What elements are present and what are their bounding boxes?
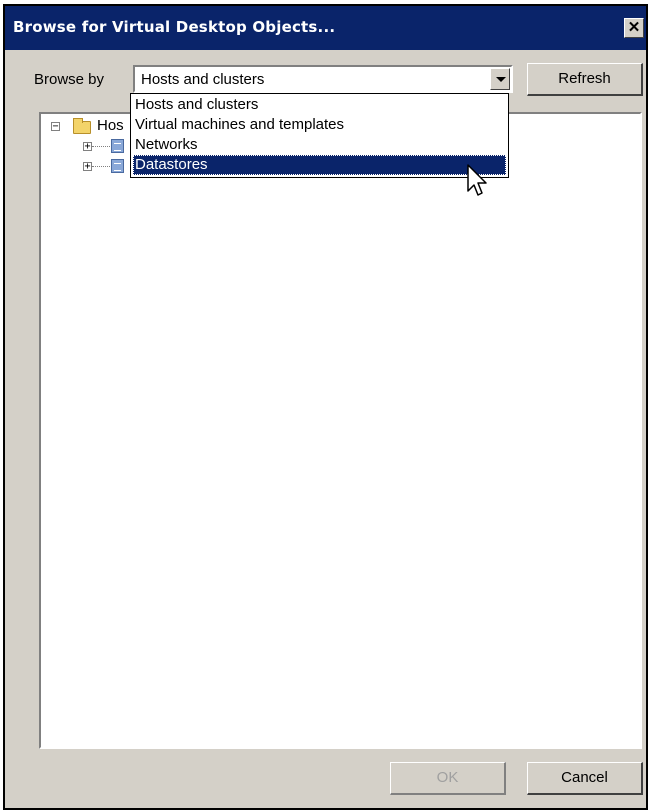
datacenter-icon xyxy=(111,139,124,153)
browse-by-combobox[interactable]: Hosts and clusters xyxy=(133,65,513,93)
tree-node-child[interactable]: + xyxy=(41,136,141,156)
browse-by-label: Browse by xyxy=(34,71,105,88)
close-icon: ✕ xyxy=(627,19,641,36)
ok-button[interactable]: OK xyxy=(390,762,506,795)
dropdown-option-hosts-and-clusters[interactable]: Hosts and clusters xyxy=(133,95,506,115)
dialog-title: Browse for Virtual Desktop Objects... xyxy=(13,18,336,36)
title-bar[interactable]: Browse for Virtual Desktop Objects... ✕ xyxy=(5,6,646,50)
expand-icon[interactable]: + xyxy=(83,162,92,172)
combobox-value: Hosts and clusters xyxy=(141,71,265,88)
mouse-cursor-icon xyxy=(467,164,487,196)
tree-node-child[interactable]: + xyxy=(41,156,141,176)
refresh-button[interactable]: Refresh xyxy=(527,63,643,96)
browse-by-dropdown-list[interactable]: Hosts and clusters Virtual machines and … xyxy=(130,93,509,178)
tree-connector xyxy=(92,166,110,167)
tree-node-label: Hos xyxy=(97,117,124,134)
cancel-button[interactable]: Cancel xyxy=(527,762,643,795)
dropdown-arrow-button[interactable] xyxy=(490,68,510,90)
folder-icon xyxy=(73,118,91,134)
collapse-icon[interactable]: − xyxy=(51,122,60,132)
tree-connector xyxy=(92,146,110,147)
dropdown-option-datastores[interactable]: Datastores xyxy=(133,155,506,175)
expand-icon[interactable]: + xyxy=(83,142,92,152)
dropdown-option-networks[interactable]: Networks xyxy=(133,135,506,155)
close-button[interactable]: ✕ xyxy=(624,18,644,38)
dropdown-option-vms-and-templates[interactable]: Virtual machines and templates xyxy=(133,115,506,135)
datacenter-icon xyxy=(111,159,124,173)
object-tree[interactable]: − Hos + + xyxy=(39,112,642,749)
